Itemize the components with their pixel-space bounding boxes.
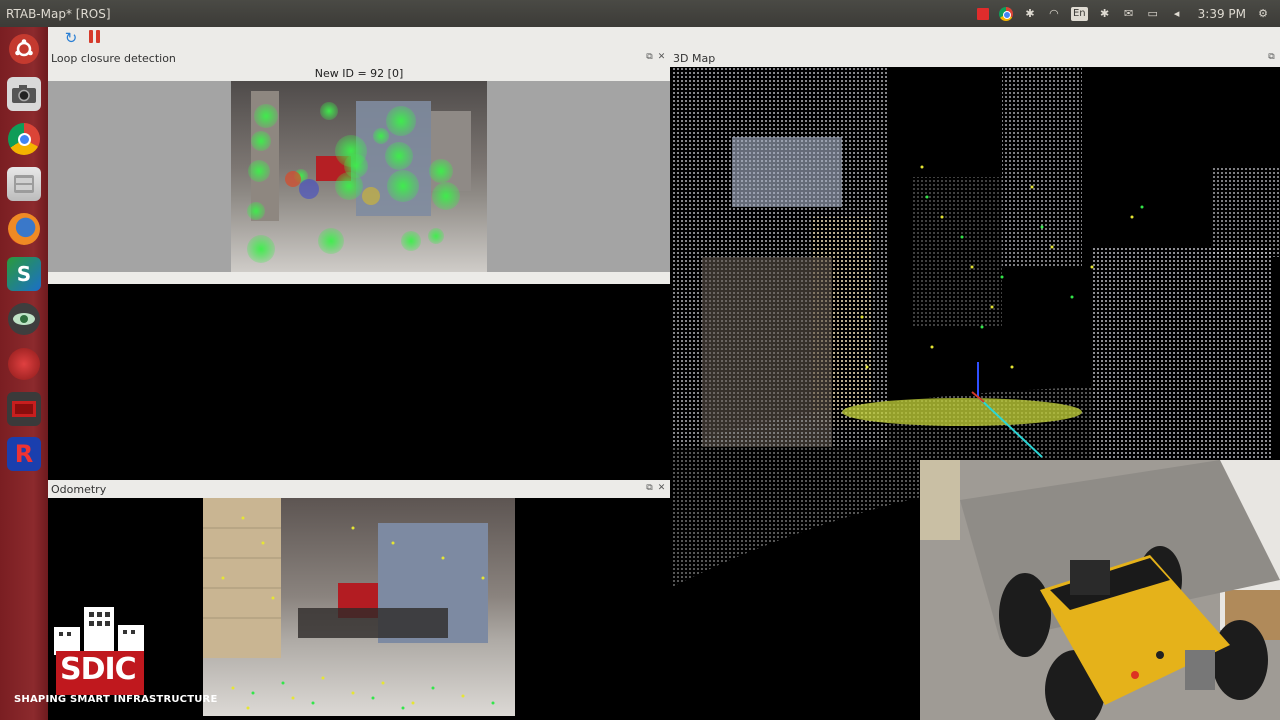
s-app-icon: S xyxy=(7,257,41,291)
top-panel: RTAB-Map* [ROS] ✱ ◠ En ✱ ✉ ▭ ◂ 3:39 PM ⚙ xyxy=(0,0,1280,27)
bluetooth-icon[interactable]: ✱ xyxy=(1023,7,1037,21)
launcher-monitor-app-button[interactable] xyxy=(4,389,44,429)
launcher-files-button[interactable] xyxy=(4,164,44,204)
camera-icon xyxy=(7,77,41,111)
file-cabinet-icon xyxy=(7,167,41,201)
float-icon[interactable]: ⧉ xyxy=(1267,52,1276,62)
loop-closure-dock-header: Loop closure detection ⧉ ✕ xyxy=(48,49,670,67)
app-toolbar: ↻ xyxy=(48,27,1280,49)
float-icon[interactable]: ⧉ xyxy=(645,52,654,62)
close-icon[interactable]: ✕ xyxy=(657,483,666,493)
launcher-camera-button[interactable] xyxy=(4,74,44,114)
odometry-title: Odometry xyxy=(51,482,107,496)
record-indicator-icon[interactable] xyxy=(976,7,989,20)
launcher-chrome-button[interactable] xyxy=(4,119,44,159)
new-id-label: New ID = 92 [0] xyxy=(48,67,670,81)
eye-icon xyxy=(8,303,40,335)
mail-icon[interactable]: ✉ xyxy=(1122,7,1136,21)
clock[interactable]: 3:39 PM xyxy=(1198,7,1246,21)
pause-icon[interactable] xyxy=(86,30,102,46)
map-title: 3D Map xyxy=(673,51,716,65)
launcher-red-app-button[interactable] xyxy=(4,344,44,384)
loop-closure-image xyxy=(231,81,487,272)
float-icon[interactable]: ⧉ xyxy=(645,483,654,493)
launcher-ubuntu-button[interactable] xyxy=(4,29,44,69)
panel-divider xyxy=(48,272,670,284)
sdic-brand-text: SDIC xyxy=(60,652,137,687)
firefox-icon xyxy=(8,213,40,245)
loop-closure-title: Loop closure detection xyxy=(51,51,176,65)
desktop-screen: RTAB-Map* [ROS] ✱ ◠ En ✱ ✉ ▭ ◂ 3:39 PM ⚙ xyxy=(0,0,1280,720)
launcher-eye-app-button[interactable] xyxy=(4,299,44,339)
close-icon[interactable]: ✕ xyxy=(657,52,666,62)
odometry-image xyxy=(203,498,515,716)
launcher-firefox-button[interactable] xyxy=(4,209,44,249)
window-title: RTAB-Map* [ROS] xyxy=(6,6,111,21)
battery-icon[interactable]: ▭ xyxy=(1146,7,1160,21)
keyboard-language[interactable]: En xyxy=(1070,6,1088,21)
launcher-s-app-button[interactable]: S xyxy=(4,254,44,294)
bluetooth-status-icon[interactable]: ✱ xyxy=(1098,7,1112,21)
chrome-icon xyxy=(8,123,40,155)
rtabmap-r-icon: R xyxy=(7,437,41,471)
ubuntu-logo-icon xyxy=(9,34,39,64)
launcher-rtabmap-button[interactable]: R xyxy=(4,434,44,474)
refresh-icon[interactable]: ↻ xyxy=(62,29,80,47)
map-dock-header: 3D Map ⧉ xyxy=(670,49,1280,67)
power-gear-icon[interactable]: ⚙ xyxy=(1256,7,1270,21)
sdic-tagline: SHAPING SMART INFRASTRUCTURE xyxy=(14,694,218,705)
chrome-tray-icon[interactable] xyxy=(998,6,1013,21)
loop-closure-empty-area xyxy=(48,284,670,480)
wifi-icon[interactable]: ◠ xyxy=(1047,7,1061,21)
system-tray: ✱ ◠ En ✱ ✉ ▭ ◂ 3:39 PM ⚙ xyxy=(976,0,1270,27)
odometry-dock-header: Odometry ⧉ ✕ xyxy=(48,480,670,498)
red-circle-icon xyxy=(8,348,40,380)
monitor-icon xyxy=(7,392,41,426)
robot-camera-inset xyxy=(920,460,1280,720)
volume-icon[interactable]: ◂ xyxy=(1170,7,1184,21)
